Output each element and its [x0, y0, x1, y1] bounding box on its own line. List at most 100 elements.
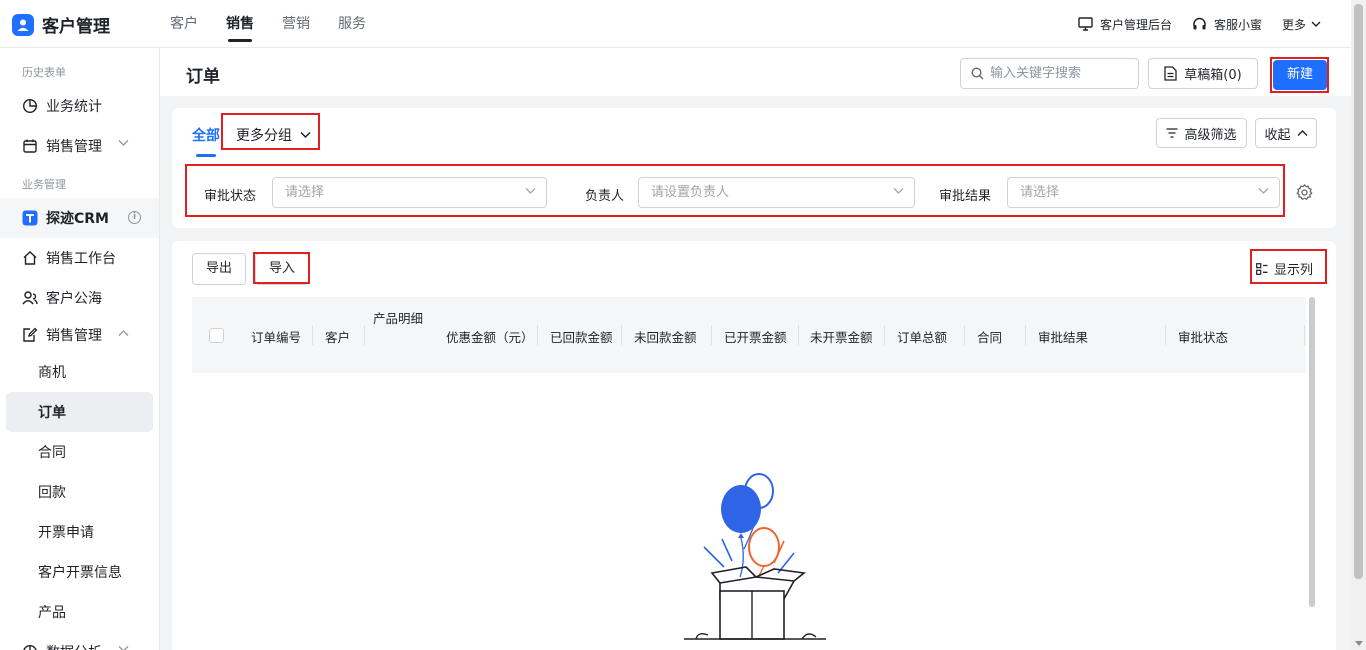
- sidebar-item-label: 客户公海: [46, 291, 102, 307]
- column-divider[interactable]: [1304, 325, 1305, 345]
- column-header-unreceived-amount[interactable]: 未回款金额: [634, 327, 697, 346]
- approval-status-select[interactable]: 请选择: [272, 177, 547, 208]
- calendar-icon: [23, 139, 37, 153]
- chevron-down-icon: [118, 646, 129, 650]
- column-divider[interactable]: [621, 325, 622, 345]
- approval-result-label: 审批结果: [939, 189, 992, 204]
- drafts-label: 草稿箱(0): [1184, 68, 1242, 83]
- pie-chart-icon: [23, 645, 37, 650]
- chevron-down-icon: [1258, 188, 1269, 194]
- top-navigation-bar: 客户管理 客户 销售 营销 服务 客户管理后台 客服小蜜 更多: [0, 0, 1351, 48]
- monitor-icon: [1078, 17, 1093, 31]
- top-right-actions: 客户管理后台 客服小蜜 更多: [1058, 0, 1321, 48]
- column-header-invoiced-amount[interactable]: 已开票金额: [724, 327, 787, 346]
- info-icon[interactable]: i: [128, 211, 141, 224]
- active-tab-indicator: [196, 154, 216, 157]
- column-header-product-details[interactable]: 产品明细: [373, 308, 423, 327]
- admin-console-label: 客户管理后台: [1099, 17, 1172, 32]
- column-divider[interactable]: [711, 325, 712, 345]
- column-header-discount-amount[interactable]: 优惠金额（元）: [446, 327, 534, 346]
- sidebar-item-public-pool[interactable]: 客户公海: [0, 278, 159, 318]
- column-header-received-amount[interactable]: 已回款金额: [550, 327, 613, 346]
- page-vertical-scrollbar[interactable]: [1351, 0, 1366, 650]
- more-menu[interactable]: 更多: [1282, 16, 1321, 33]
- column-header-approval-status[interactable]: 审批状态: [1178, 327, 1228, 346]
- empty-state-balloons-icon: [684, 473, 826, 640]
- column-header-order-total[interactable]: 订单总额: [897, 327, 947, 346]
- sidebar-subitem-invoice-request[interactable]: 开票申请: [0, 512, 159, 552]
- home-icon: [23, 251, 37, 265]
- sidebar-item-workbench[interactable]: 销售工作台: [0, 238, 159, 278]
- sidebar-item-data-analysis[interactable]: 数据分析: [0, 632, 159, 650]
- scrollbar-thumb[interactable]: [1354, 4, 1363, 579]
- chevron-down-icon: [1311, 21, 1321, 27]
- column-header-approval-result[interactable]: 审批结果: [1038, 327, 1088, 346]
- sidebar-subitem-customer-invoice-info[interactable]: 客户开票信息: [0, 552, 159, 592]
- sidebar-item-stats[interactable]: 业务统计: [0, 86, 159, 126]
- import-button[interactable]: 导入: [255, 253, 309, 285]
- table-vertical-scrollbar[interactable]: [1309, 297, 1315, 607]
- sidebar-item-sales-management-expanded[interactable]: 销售管理: [0, 318, 159, 352]
- sidebar-item-sales-management[interactable]: 销售管理: [0, 126, 159, 166]
- new-order-button[interactable]: 新建: [1273, 60, 1327, 90]
- sidebar-subitem-contract[interactable]: 合同: [0, 432, 159, 472]
- collapse-label: 收起: [1264, 127, 1291, 143]
- export-button[interactable]: 导出: [192, 253, 246, 285]
- sidebar-subitem-product[interactable]: 产品: [0, 592, 159, 632]
- collapse-filter-button[interactable]: 收起: [1255, 118, 1317, 148]
- sidebar-subitem-opportunity[interactable]: 商机: [0, 352, 159, 392]
- column-divider[interactable]: [312, 325, 313, 345]
- column-divider[interactable]: [364, 325, 365, 345]
- sidebar-group-history: 历史表单: [22, 66, 66, 79]
- search-icon: [971, 67, 984, 80]
- sidebar-subitem-orders[interactable]: 订单: [6, 392, 153, 432]
- sidebar-item-label: 销售管理: [46, 328, 102, 344]
- column-header-uninvoiced-amount[interactable]: 未开票金额: [810, 327, 873, 346]
- column-header-contract[interactable]: 合同: [977, 327, 1002, 346]
- sidebar-subitem-payment[interactable]: 回款: [0, 472, 159, 512]
- group-tab-more-dropdown[interactable]: 更多分组: [236, 125, 311, 145]
- display-columns-label: 显示列: [1274, 263, 1314, 278]
- search-input[interactable]: [990, 66, 1130, 81]
- column-divider[interactable]: [964, 325, 965, 345]
- advanced-filter-button[interactable]: 高级筛选: [1156, 118, 1247, 148]
- customer-service-label: 客服小蜜: [1213, 17, 1262, 32]
- column-divider[interactable]: [798, 325, 799, 345]
- gear-icon[interactable]: [1296, 184, 1313, 201]
- display-columns-button[interactable]: 显示列: [1256, 259, 1313, 278]
- tab-more-label: 更多分组: [236, 128, 292, 144]
- scroll-down-arrow-icon[interactable]: [1355, 641, 1363, 646]
- stats-icon: [22, 98, 38, 114]
- search-box[interactable]: [960, 58, 1139, 89]
- owner-label: 负责人: [585, 189, 625, 204]
- sidebar-item-crm[interactable]: 探迹CRM i: [0, 198, 159, 238]
- sidebar-item-label: 业务统计: [46, 99, 102, 115]
- admin-console-link[interactable]: 客户管理后台: [1078, 16, 1172, 33]
- crm-logo-icon: [22, 210, 38, 226]
- select-all-checkbox[interactable]: [209, 328, 224, 343]
- drafts-button[interactable]: 草稿箱(0): [1148, 58, 1258, 89]
- group-tab-all[interactable]: 全部: [192, 125, 220, 145]
- tab-marketing[interactable]: 营销: [282, 0, 310, 48]
- app-title: 客户管理: [42, 17, 110, 37]
- approval-result-select[interactable]: 请选择: [1007, 177, 1280, 208]
- tab-customer[interactable]: 客户: [170, 0, 198, 48]
- customer-service-link[interactable]: 客服小蜜: [1192, 16, 1262, 33]
- owner-select[interactable]: 请设置负责人: [638, 177, 915, 208]
- chevron-down-icon: [525, 188, 536, 194]
- column-divider[interactable]: [884, 325, 885, 345]
- table-header: 订单编号 客户 产品明细 优惠金额（元） 已回款金额 未回款金额 已开票金额 未…: [192, 297, 1306, 373]
- column-header-customer[interactable]: 客户: [325, 327, 350, 346]
- column-divider[interactable]: [537, 325, 538, 345]
- document-icon: [1164, 66, 1177, 81]
- column-header-order-number[interactable]: 订单编号: [251, 327, 301, 346]
- column-divider[interactable]: [1165, 325, 1166, 345]
- app-brand[interactable]: 客户管理: [12, 12, 110, 37]
- approval-status-label: 审批状态: [204, 189, 257, 204]
- customer-logo-icon: [12, 13, 34, 36]
- sidebar-item-label: 探迹CRM: [46, 211, 109, 227]
- tab-sales[interactable]: 销售: [226, 0, 254, 48]
- tab-service[interactable]: 服务: [338, 0, 366, 48]
- column-divider[interactable]: [1025, 325, 1026, 345]
- owner-placeholder: 请设置负责人: [651, 185, 730, 200]
